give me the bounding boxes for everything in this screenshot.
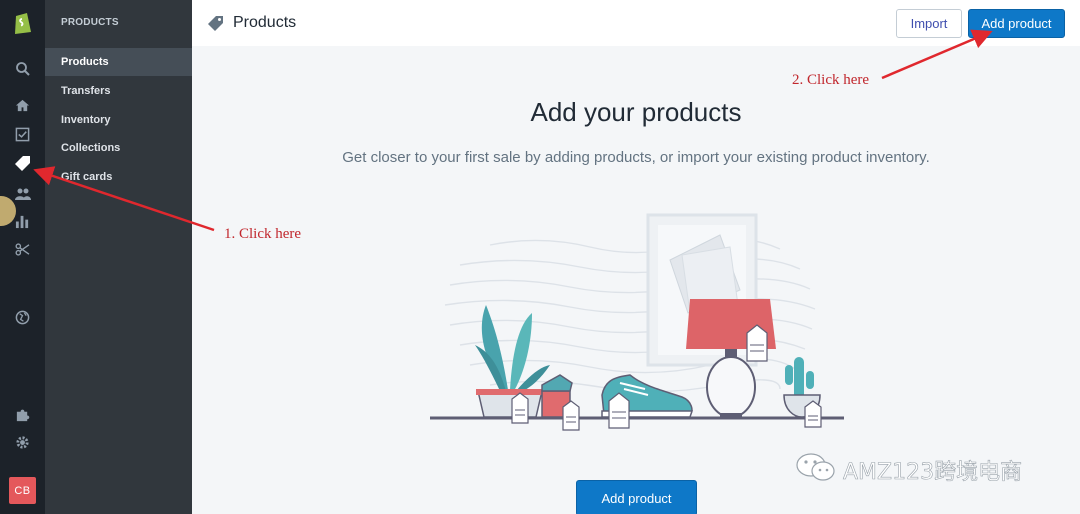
annotation-step-1: 1. Click here [224, 226, 302, 242]
watermark: AMZ123跨境电商 [795, 452, 1022, 487]
watermark-text: AMZ123跨境电商 [843, 459, 1023, 485]
wechat-icon [795, 452, 837, 487]
annotation-step-2: 2. Click here [792, 72, 870, 88]
annotation-arrows [33, 29, 993, 232]
